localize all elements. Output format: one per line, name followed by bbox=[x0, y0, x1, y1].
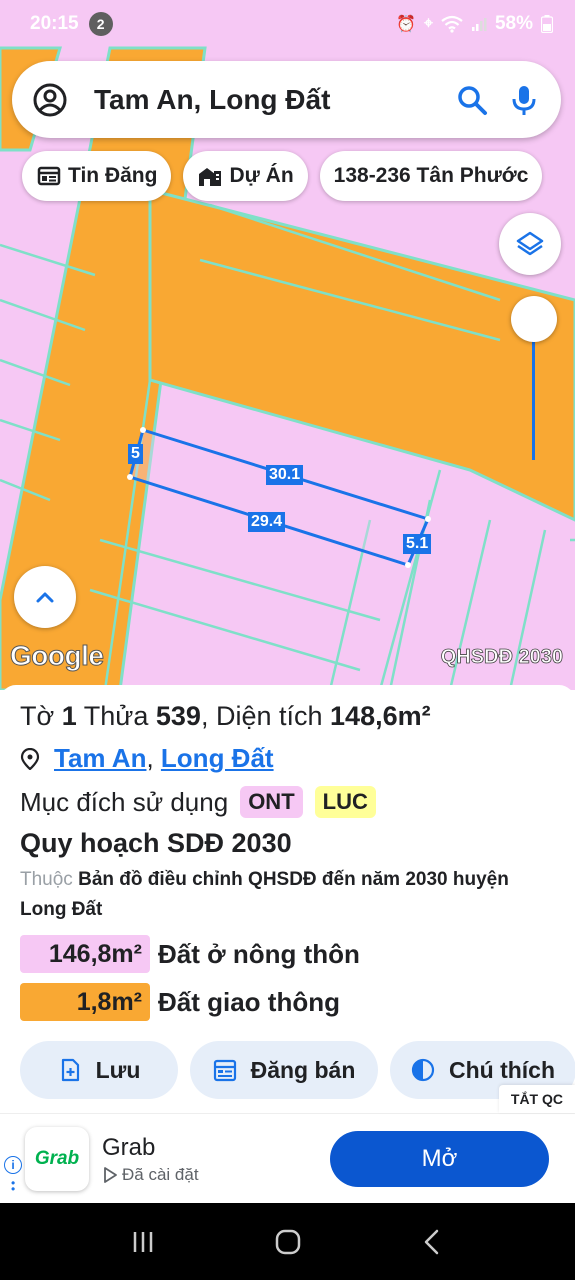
ad-open-button[interactable]: Mở bbox=[330, 1131, 549, 1187]
ad-installed-status: Đã cài đặt bbox=[102, 1165, 199, 1185]
pin-icon bbox=[20, 747, 40, 770]
chip-address[interactable]: 138-236 Tân Phước bbox=[319, 151, 543, 201]
measure-left: 5 bbox=[128, 444, 143, 464]
area-value: 148,6m² bbox=[330, 701, 431, 731]
area-type-label: Đất giao thông bbox=[158, 986, 340, 1017]
layers-button[interactable] bbox=[499, 213, 561, 275]
ad-close-button[interactable]: TẮT QC bbox=[498, 1085, 575, 1113]
area-type-label: Đất ở nông thôn bbox=[158, 938, 360, 969]
area-row-residential: 146,8m² Đất ở nông thôn bbox=[20, 935, 555, 973]
ad-more-icon[interactable]: • • bbox=[11, 1177, 15, 1195]
contrast-icon bbox=[411, 1058, 435, 1082]
parcel-info-sheet: Tờ 1 Thửa 539, Diện tích 148,6m² Tam An,… bbox=[0, 685, 575, 1115]
chip-du-an[interactable]: Dự Án bbox=[183, 151, 308, 201]
back-icon[interactable] bbox=[417, 1226, 449, 1258]
thua-number: 539 bbox=[155, 701, 201, 731]
status-time: 20:15 bbox=[30, 13, 79, 34]
plan-desc-text: Bản đồ điều chỉnh QHSDĐ đến năm 2030 huy… bbox=[20, 869, 509, 920]
plan-title: Quy hoạch SDĐ 2030 bbox=[20, 828, 292, 858]
play-store-icon bbox=[104, 1167, 117, 1183]
action-label: Đăng bán bbox=[250, 1056, 356, 1083]
location-link-district[interactable]: Long Đất bbox=[161, 743, 274, 774]
plan-description: Thuộc Bản đồ điều chỉnh QHSDĐ đến năm 20… bbox=[20, 865, 555, 925]
notification-count-badge: 2 bbox=[88, 12, 113, 36]
battery-icon bbox=[541, 15, 553, 33]
signal-icon bbox=[471, 18, 487, 31]
parcel-title: Tờ 1 Thửa 539, Diện tích 148,6m² bbox=[20, 699, 555, 733]
installed-label: Đã cài đặt bbox=[122, 1165, 199, 1184]
parcel-outline bbox=[128, 428, 431, 567]
filter-chips: Tin Đăng Dự Án 138-236 Tân Phước bbox=[22, 151, 543, 201]
status-bar: 20:15 2 ⏰ ⌖ 58% bbox=[0, 0, 575, 48]
calendar-icon bbox=[213, 1059, 236, 1082]
location-row: Tam An, Long Đất bbox=[20, 743, 555, 774]
search-icon[interactable] bbox=[455, 83, 489, 117]
location-separator: , bbox=[146, 743, 154, 773]
action-label: Lưu bbox=[95, 1056, 141, 1083]
mic-icon[interactable] bbox=[507, 83, 541, 117]
location-link-ward[interactable]: Tam An bbox=[54, 743, 146, 774]
chevron-up-icon bbox=[36, 592, 54, 603]
purpose-label: Mục đích sử dụng bbox=[20, 786, 229, 817]
battery-level: 58% bbox=[494, 13, 533, 34]
system-nav-bar bbox=[0, 1203, 575, 1280]
map-layer-label: QHSDĐ 2030 bbox=[440, 646, 563, 669]
area-value-box: 146,8m² bbox=[20, 935, 150, 973]
purpose-badge-ont: ONT bbox=[240, 786, 303, 818]
alarm-icon: ⏰ bbox=[396, 16, 416, 33]
recents-icon[interactable] bbox=[127, 1226, 159, 1258]
grab-logo: Grab bbox=[25, 1127, 89, 1191]
chip-label: Dự Án bbox=[229, 164, 294, 187]
measure-bottom: 29.4 bbox=[248, 512, 286, 532]
chip-label: Tin Đăng bbox=[68, 164, 158, 187]
google-logo: Google bbox=[9, 640, 104, 672]
purpose-row: Mục đích sử dụng ONT LUC bbox=[20, 786, 555, 818]
account-icon[interactable] bbox=[32, 82, 68, 118]
thua-label: Thửa bbox=[83, 701, 149, 731]
chip-label: 138-236 Tân Phước bbox=[333, 164, 529, 187]
chip-tin-dang[interactable]: Tin Đăng bbox=[22, 151, 172, 201]
plan-prefix: Thuộc bbox=[20, 869, 73, 890]
to-label: Tờ bbox=[20, 701, 55, 731]
measure-right: 5.1 bbox=[403, 534, 432, 554]
area-label: , Diện tích bbox=[200, 701, 323, 731]
buildings-icon bbox=[199, 168, 222, 186]
save-button[interactable]: Lưu bbox=[20, 1041, 178, 1099]
purpose-badge-luc: LUC bbox=[314, 786, 376, 818]
ad-info-icon[interactable]: i bbox=[4, 1156, 22, 1174]
location-icon: ⌖ bbox=[423, 15, 433, 32]
opacity-slider-thumb[interactable] bbox=[511, 296, 557, 342]
ad-app-name: Grab bbox=[102, 1134, 156, 1161]
action-label: Chú thích bbox=[448, 1056, 556, 1083]
action-buttons: Lưu Đăng bán Chú thích bbox=[20, 1041, 575, 1099]
search-bar[interactable]: Tam An, Long Đất bbox=[12, 61, 561, 138]
layers-icon bbox=[516, 231, 544, 256]
expand-sheet-button[interactable] bbox=[14, 566, 76, 628]
to-number: 1 bbox=[61, 701, 77, 731]
search-input[interactable]: Tam An, Long Đất bbox=[94, 84, 437, 116]
wifi-icon bbox=[441, 15, 463, 33]
add-file-icon bbox=[61, 1058, 79, 1082]
measure-top: 30.1 bbox=[266, 465, 304, 485]
home-icon[interactable] bbox=[272, 1226, 304, 1258]
area-value-box: 1,8m² bbox=[20, 983, 150, 1021]
listing-icon bbox=[37, 166, 61, 186]
ad-banner[interactable]: i • • Grab Grab Đã cài đặt Mở bbox=[0, 1113, 575, 1203]
area-row-road: 1,8m² Đất giao thông bbox=[20, 983, 555, 1021]
post-sale-button[interactable]: Đăng bán bbox=[190, 1041, 378, 1099]
